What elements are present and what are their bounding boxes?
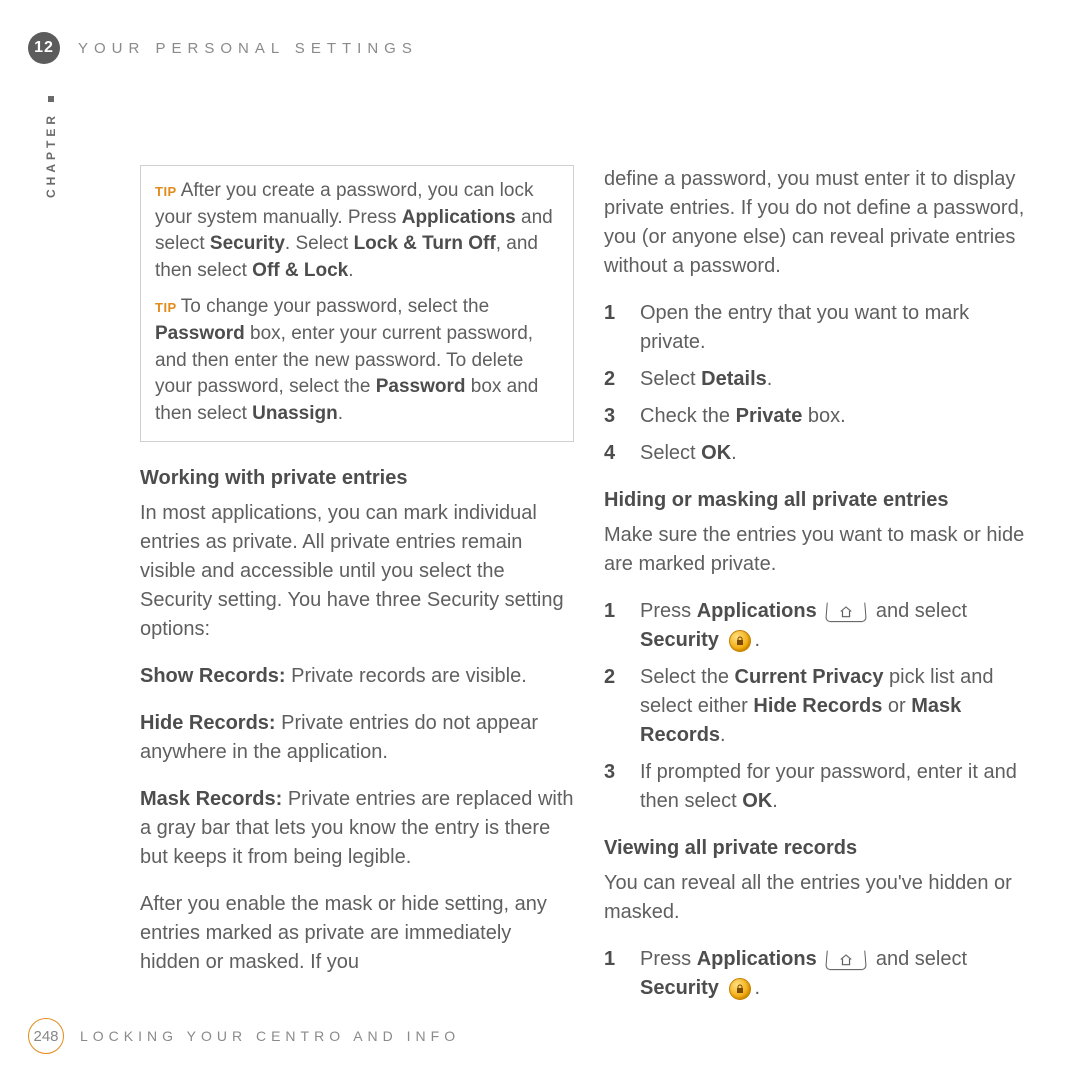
vp1d: Security (640, 977, 719, 999)
tip2-run-a: To change your password, select the (181, 296, 489, 317)
tip-box: TIPAfter you create a password, you can … (140, 165, 574, 442)
para-after: After you enable the mask or hide settin… (140, 890, 574, 977)
hm1d: Security (640, 629, 719, 651)
vp1c: and select (876, 948, 967, 970)
chapter-number: 12 (34, 39, 54, 57)
lock-icon (734, 635, 746, 647)
content-columns: TIPAfter you create a password, you can … (140, 165, 1038, 990)
lock-icon (734, 983, 746, 995)
para-hiding-masking: Make sure the entries you want to mask o… (604, 521, 1038, 579)
hm1b: Applications (697, 600, 817, 622)
steps-mark-private: Open the entry that you want to mark pri… (604, 299, 1038, 468)
page-header: 12 YOUR PERSONAL SETTINGS (28, 32, 1052, 64)
steps-view-private: Press Applications and select Security . (604, 945, 1038, 1003)
tip2-run-e: . (338, 403, 343, 424)
hm2a: Select the (640, 666, 735, 688)
house-icon (839, 605, 853, 619)
vp-step-1: Press Applications and select Security . (604, 945, 1038, 1003)
page-number: 248 (33, 1028, 58, 1045)
step1-text: Open the entry that you want to mark pri… (640, 302, 969, 353)
step-4: Select OK. (604, 439, 1038, 468)
tip-paragraph-1: TIPAfter you create a password, you can … (155, 178, 559, 284)
step-2: Select Details. (604, 365, 1038, 394)
vp1a: Press (640, 948, 697, 970)
step-1: Open the entry that you want to mark pri… (604, 299, 1038, 357)
home-key-icon (825, 602, 867, 621)
lead-mask: Mask Records: (140, 788, 282, 810)
hm1c: and select (876, 600, 967, 622)
right-column: define a password, you must enter it to … (604, 165, 1038, 990)
page-footer: 248 LOCKING YOUR CENTRO AND INFO (28, 1018, 460, 1054)
s2c: . (767, 368, 773, 390)
tip1-bold-security: Security (210, 233, 285, 254)
s3a: Check the (640, 405, 736, 427)
tip-label-2: TIP (155, 300, 177, 315)
left-column: TIPAfter you create a password, you can … (140, 165, 574, 990)
chapter-title: YOUR PERSONAL SETTINGS (78, 40, 418, 57)
vp1b: Applications (697, 948, 817, 970)
s2a: Select (640, 368, 701, 390)
tip1-bold-applications: Applications (402, 207, 516, 228)
s2b: Details (701, 368, 767, 390)
vp1e: . (755, 977, 761, 999)
hm3c: . (772, 790, 778, 812)
hm-step-2: Select the Current Privacy pick list and… (604, 663, 1038, 750)
tip1-bold-lockturnoff: Lock & Turn Off (354, 233, 496, 254)
page-number-badge: 248 (28, 1018, 64, 1054)
tip-label: TIP (155, 184, 177, 199)
vertical-chapter-label: CHAPTER (44, 96, 58, 198)
security-lock-icon (729, 978, 751, 1000)
para-continued: define a password, you must enter it to … (604, 165, 1038, 281)
tip1-run-d: . Select (285, 233, 354, 254)
lead-show: Show Records: (140, 665, 286, 687)
chapter-number-badge: 12 (28, 32, 60, 64)
def-mask-records: Mask Records: Private entries are replac… (140, 785, 574, 872)
hm2g: . (720, 724, 726, 746)
tip2-bold-password1: Password (155, 323, 245, 344)
def-hide-records: Hide Records: Private entries do not app… (140, 709, 574, 767)
para-viewing-private: You can reveal all the entries you've hi… (604, 869, 1038, 927)
manual-page: 12 YOUR PERSONAL SETTINGS CHAPTER TIPAft… (0, 0, 1080, 1080)
para-working-private: In most applications, you can mark indiv… (140, 499, 574, 644)
tip1-run-f: . (348, 260, 353, 281)
subhead-viewing-private: Viewing all private records (604, 834, 1038, 863)
tip-paragraph-2: TIP To change your password, select the P… (155, 294, 559, 427)
hm1a: Press (640, 600, 697, 622)
hm1e: . (755, 629, 761, 651)
footer-section-title: LOCKING YOUR CENTRO AND INFO (80, 1028, 460, 1044)
lead-hide: Hide Records: (140, 712, 276, 734)
s4b: OK (701, 442, 731, 464)
hm3b: OK (742, 790, 772, 812)
s4a: Select (640, 442, 701, 464)
hm2e: or (882, 695, 911, 717)
subhead-working-private: Working with private entries (140, 464, 574, 493)
step-3: Check the Private box. (604, 402, 1038, 431)
home-key-icon (825, 950, 867, 969)
steps-hide-mask: Press Applications and select Security .… (604, 597, 1038, 816)
tip2-bold-unassign: Unassign (252, 403, 338, 424)
body-show: Private records are visible. (286, 665, 527, 687)
def-show-records: Show Records: Private records are visibl… (140, 662, 574, 691)
house-icon (839, 953, 853, 967)
vertical-chapter-text: CHAPTER (44, 112, 58, 198)
s4c: . (731, 442, 737, 464)
subhead-hiding-masking: Hiding or masking all private entries (604, 486, 1038, 515)
hm2b: Current Privacy (735, 666, 884, 688)
hm-step-1: Press Applications and select Security . (604, 597, 1038, 655)
tip2-bold-password2: Password (376, 376, 466, 397)
hm-step-3: If prompted for your password, enter it … (604, 758, 1038, 816)
hm3a: If prompted for your password, enter it … (640, 761, 1017, 812)
security-lock-icon (729, 630, 751, 652)
tip1-bold-offlock: Off & Lock (252, 260, 348, 281)
s3b: Private (736, 405, 803, 427)
hm2d: Hide Records (753, 695, 882, 717)
s3c: box. (802, 405, 845, 427)
